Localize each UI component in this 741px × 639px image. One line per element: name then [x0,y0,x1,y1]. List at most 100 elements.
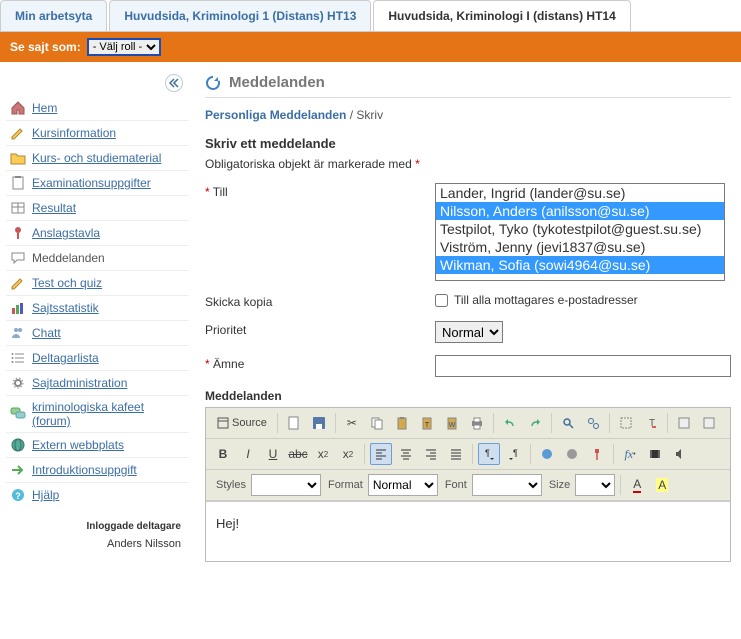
source-button[interactable]: Source [212,412,272,434]
recipient-option[interactable]: Nilsson, Anders (anilsson@su.se) [436,202,724,220]
paste-text-icon[interactable]: T [416,412,438,434]
tab-course-ht13[interactable]: Huvudsida, Kriminologi 1 (Distans) HT13 [109,0,371,31]
align-right-icon[interactable] [420,443,442,465]
sidebar-item-label: Resultat [32,201,76,215]
sidebar-item-chatt[interactable]: Chatt [6,320,189,345]
rtl-icon[interactable]: ¶ [503,443,525,465]
cc-label: Skicka kopia [205,293,435,309]
print-icon[interactable] [466,412,488,434]
sidebar-item-sajtadministration[interactable]: Sajtadministration [6,370,189,395]
sidebar-item-sajtsstatistik[interactable]: Sajtsstatistik [6,295,189,320]
editor-toolbar-3: Styles Format Normal Font Size A A [206,470,730,501]
paste-word-icon[interactable]: W [441,412,463,434]
folder-icon [10,150,26,166]
sidebar-item-examinationsuppgifter[interactable]: Examinationsuppgifter [6,170,189,195]
remove-format-icon[interactable]: T [640,412,662,434]
sidebar-item-label: Test och quiz [32,276,102,290]
priority-select[interactable]: Normal [435,321,503,343]
cut-icon[interactable]: ✂ [341,412,363,434]
sidebar-item-kursinformation[interactable]: Kursinformation [6,120,189,145]
role-select[interactable]: - Välj roll - [87,38,161,56]
sidebar-item-resultat[interactable]: Resultat [6,195,189,220]
collapse-sidebar-icon[interactable] [165,74,183,92]
select-all-icon[interactable] [615,412,637,434]
sidebar-item-kriminologiska-kafeet-forum-[interactable]: kriminologiska kafeet (forum) [6,395,189,432]
refresh-icon[interactable] [205,75,221,91]
recipients-listbox[interactable]: Lander, Ingrid (lander@su.se)Nilsson, An… [435,183,725,281]
sidebar-item-deltagarlista[interactable]: Deltagarlista [6,345,189,370]
forum-icon [10,406,26,422]
text-color-icon[interactable]: A [626,474,648,496]
audio-icon[interactable] [669,443,691,465]
sidebar-item-hj-lp[interactable]: ?Hjälp [6,482,189,507]
sidebar-item-hem[interactable]: Hem [6,96,189,120]
svg-text:¶: ¶ [513,448,518,458]
align-center-icon[interactable] [395,443,417,465]
paste-icon[interactable] [391,412,413,434]
sidebar-item-label: Sajtadministration [32,376,127,390]
size-select[interactable] [575,474,615,496]
sidebar-item-label: Sajtsstatistik [32,301,99,315]
align-justify-icon[interactable] [445,443,467,465]
unlink-icon[interactable] [561,443,583,465]
subject-input[interactable] [435,355,731,377]
page-title: Meddelanden [229,74,325,91]
font-select[interactable] [472,474,542,496]
sidebar-item-label: Extern webbplats [32,438,124,452]
tab-course-ht14[interactable]: Huvudsida, Kriminologi I (distans) HT14 [373,0,630,31]
recipient-option[interactable]: Testpilot, Tyko (tykotestpilot@guest.su.… [436,220,724,238]
recipient-option[interactable]: Lander, Ingrid (lander@su.se) [436,184,724,202]
sidebar-item-meddelanden[interactable]: Meddelanden [6,245,189,270]
cc-all-checkbox[interactable] [435,294,448,307]
copy-icon[interactable] [366,412,388,434]
svg-text:¶: ¶ [485,448,490,458]
tab-workspace[interactable]: Min arbetsyta [0,0,107,31]
editor-body[interactable]: Hej! [206,501,730,561]
editor-label: Meddelanden [205,389,731,403]
page-header: Meddelanden [205,74,731,98]
toolbar-extra-1-icon[interactable] [673,412,695,434]
section-title: Skriv ett meddelande [205,136,731,151]
styles-label: Styles [216,479,246,491]
undo-icon[interactable] [499,412,521,434]
find-icon[interactable] [557,412,579,434]
sidebar-item-introduktionsuppgift[interactable]: Introduktionsuppgift [6,457,189,482]
breadcrumb-current: Skriv [356,108,383,122]
link-icon[interactable] [536,443,558,465]
styles-select[interactable] [251,474,321,496]
recipient-option[interactable]: Viström, Jenny (jevi1837@su.se) [436,238,724,256]
underline-icon[interactable]: U [262,443,284,465]
globe-icon [10,437,26,453]
sidebar-item-label: Examinationsuppgifter [32,176,151,190]
redo-icon[interactable] [524,412,546,434]
fx-icon[interactable]: fx• [619,443,641,465]
new-doc-icon[interactable] [283,412,305,434]
format-select[interactable]: Normal [368,474,438,496]
sidebar-item-kurs-och-studiematerial[interactable]: Kurs- och studiematerial [6,145,189,170]
bubble-icon [10,250,26,266]
sidebar-item-anslagstavla[interactable]: Anslagstavla [6,220,189,245]
sidebar-item-test-och-quiz[interactable]: Test och quiz [6,270,189,295]
subscript-icon[interactable]: x2 [312,443,334,465]
recipient-option[interactable]: Wikman, Sofia (sowi4964@su.se) [436,256,724,274]
size-label: Size [549,479,570,491]
toolbar-extra-2-icon[interactable] [698,412,720,434]
rich-text-editor: Source ✂ T W T [205,407,731,562]
breadcrumb: Personliga Meddelanden / Skriv [205,108,731,122]
bold-icon[interactable]: B [212,443,234,465]
superscript-icon[interactable]: x2 [337,443,359,465]
sidebar-item-label: Introduktionsuppgift [32,463,137,477]
bg-color-icon[interactable]: A [651,474,673,496]
cc-all-label: Till alla mottagares e-postadresser [454,293,638,307]
movie-icon[interactable] [644,443,666,465]
sidebar-item-extern-webbplats[interactable]: Extern webbplats [6,432,189,457]
strike-icon[interactable]: abc [287,443,309,465]
align-left-icon[interactable] [370,443,392,465]
anchor-icon[interactable] [586,443,608,465]
breadcrumb-root[interactable]: Personliga Meddelanden [205,108,346,122]
replace-icon[interactable] [582,412,604,434]
people-icon [10,325,26,341]
save-icon[interactable] [308,412,330,434]
italic-icon[interactable]: I [237,443,259,465]
ltr-icon[interactable]: ¶ [478,443,500,465]
